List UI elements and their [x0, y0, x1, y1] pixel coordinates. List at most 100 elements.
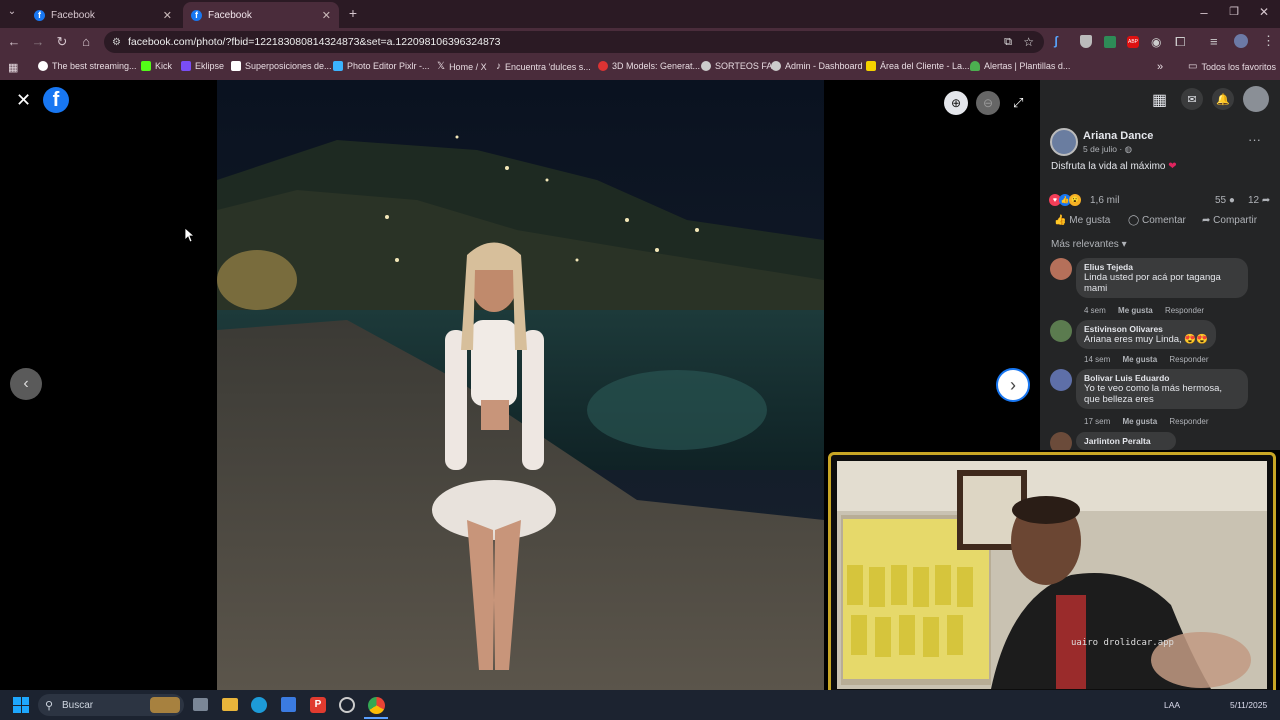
comment-like-link[interactable]: Me gusta	[1118, 306, 1153, 315]
profile-avatar-icon[interactable]	[1234, 34, 1248, 48]
forward-icon[interactable]: →	[30, 34, 46, 49]
post-date[interactable]: 5 de julio · ◍	[1083, 144, 1132, 155]
more-bookmarks-icon[interactable]: »	[1157, 61, 1163, 73]
bookmark-item[interactable]: ♪ Encuentra 'dulces s...	[496, 61, 591, 72]
previous-photo-button[interactable]: ‹	[10, 368, 42, 400]
comment-bubble: Jarlinton Peralta	[1076, 432, 1176, 450]
windows-start-icon[interactable]	[13, 697, 29, 713]
comment-reply-link[interactable]: Responder	[1169, 355, 1208, 364]
address-bar[interactable]: ⚙ facebook.com/photo/?fbid=1221830808143…	[104, 31, 1044, 53]
store-icon[interactable]	[281, 697, 296, 712]
heart-emoji-icon: ❤	[1168, 161, 1177, 172]
extension-icon[interactable]: ʃ	[1054, 34, 1068, 48]
comment-reply-link[interactable]: Responder	[1165, 306, 1204, 315]
facebook-logo-icon[interactable]: f	[43, 87, 69, 113]
tab-search-icon[interactable]: ⌄	[4, 6, 20, 17]
search-highlight-icon	[150, 697, 180, 713]
comment-time[interactable]: 14 sem	[1084, 355, 1110, 364]
reload-icon[interactable]: ↻	[54, 34, 70, 50]
bookmark-item[interactable]: Kick	[141, 61, 172, 71]
bookmark-item[interactable]: The best streaming...	[38, 61, 137, 71]
close-window-button[interactable]: ✕	[1256, 5, 1272, 19]
keyboard-language[interactable]: LAA	[1164, 700, 1180, 710]
comment-time[interactable]: 4 sem	[1084, 306, 1106, 315]
task-view-icon[interactable]	[193, 698, 208, 711]
taskbar-date[interactable]: 5/11/2025	[1230, 700, 1267, 710]
comment-reply-link[interactable]: Responder	[1169, 417, 1208, 426]
new-tab-button[interactable]: +	[345, 5, 361, 21]
extension-globe-icon[interactable]: ◉	[1151, 35, 1161, 49]
comment-time[interactable]: 17 sem	[1084, 417, 1110, 426]
close-tab-icon[interactable]: ✕	[163, 9, 172, 22]
obs-icon[interactable]	[339, 697, 355, 713]
comment-like-link[interactable]: Me gusta	[1122, 417, 1157, 426]
commenter-avatar[interactable]	[1050, 320, 1072, 342]
share-button[interactable]: ➦ Compartir	[1202, 215, 1257, 226]
post-options-icon[interactable]: ···	[1248, 132, 1261, 147]
bookmark-item[interactable]: Área del Cliente - La...	[866, 61, 970, 71]
wow-reaction-icon: 😮	[1069, 194, 1081, 206]
commenter-name[interactable]: Jarlinton Peralta	[1084, 436, 1168, 446]
commenter-avatar[interactable]	[1050, 258, 1072, 280]
extension-green-icon[interactable]	[1104, 36, 1116, 48]
author-avatar[interactable]	[1050, 128, 1078, 156]
commenter-name[interactable]: Bolivar Luis Eduardo	[1084, 373, 1240, 383]
bookmark-item[interactable]: Admin - Dashboard	[771, 61, 863, 71]
tab-facebook-1[interactable]: f Facebook ✕	[26, 2, 180, 28]
zoom-in-icon[interactable]: ⊕	[944, 91, 968, 115]
reaction-icons[interactable]: ♥ 👍 😮	[1049, 194, 1081, 206]
notifications-bell-icon[interactable]: 🔔	[1212, 88, 1234, 110]
adblock-extension-icon[interactable]: ABP	[1127, 36, 1139, 48]
folder-icon: ▭	[1188, 61, 1198, 72]
messenger-icon[interactable]: ✉	[1181, 88, 1203, 110]
commenter-name[interactable]: Elius Tejeda	[1084, 262, 1240, 272]
apps-grid-icon[interactable]: ▦	[8, 61, 18, 74]
comment-sort-dropdown[interactable]: Más relevantes ▾	[1051, 239, 1127, 250]
site-info-icon[interactable]: ⚙	[112, 37, 121, 48]
close-tab-icon[interactable]: ✕	[322, 9, 331, 22]
taskbar-search[interactable]: ⚲ Buscar	[38, 694, 184, 716]
minimize-button[interactable]: –	[1196, 5, 1212, 20]
all-favorites-folder[interactable]: ▭ Todos los favoritos	[1188, 61, 1276, 72]
tab-strip: ⌄ f Facebook ✕ f Facebook ✕ + – ❐ ✕	[0, 0, 1280, 28]
restore-button[interactable]: ❐	[1226, 5, 1242, 18]
commenter-avatar[interactable]	[1050, 369, 1072, 391]
close-viewer-icon[interactable]: ✕	[16, 90, 31, 111]
comment-meta: 14 sem Me gusta Responder	[1084, 355, 1219, 364]
zoom-out-icon[interactable]: ⊖	[976, 91, 1000, 115]
commenter-name[interactable]: Estivinson Olivares	[1084, 324, 1208, 334]
fullscreen-icon[interactable]: ⤢	[1013, 95, 1023, 111]
bookmark-item[interactable]: Alertas | Plantillas d...	[970, 61, 1070, 71]
next-photo-button[interactable]: ›	[996, 368, 1030, 402]
install-app-icon[interactable]: ⧉	[1004, 36, 1012, 49]
bookmark-star-icon[interactable]: ☆	[1023, 35, 1034, 49]
reactions-count[interactable]: 1,6 mil	[1090, 195, 1119, 206]
bookmark-item[interactable]: Eklipse	[181, 61, 224, 71]
like-button[interactable]: 👍 Me gusta	[1054, 215, 1110, 226]
account-avatar[interactable]	[1243, 86, 1269, 112]
comment-like-link[interactable]: Me gusta	[1122, 355, 1157, 364]
comment-button[interactable]: ◯ Comentar	[1128, 215, 1186, 226]
menu-grid-icon[interactable]: ▦	[1152, 90, 1167, 110]
tab-facebook-2[interactable]: f Facebook ✕	[183, 2, 339, 28]
shield-extension-icon[interactable]	[1080, 35, 1092, 48]
extensions-puzzle-icon[interactable]: ⧠	[1175, 34, 1185, 50]
app-p-icon[interactable]: P	[310, 697, 326, 713]
commenter-avatar[interactable]	[1050, 432, 1072, 450]
media-controls-icon[interactable]: ≡	[1210, 34, 1218, 49]
bookmark-item[interactable]: 𝕏 Home / X	[437, 61, 487, 72]
file-explorer-icon[interactable]	[222, 698, 238, 711]
edge-icon[interactable]	[251, 697, 267, 713]
author-name[interactable]: Ariana Dance	[1083, 130, 1153, 142]
bookmark-item[interactable]: Superposiciones de...	[231, 61, 332, 71]
bookmark-item[interactable]: Photo Editor Pixlr -...	[333, 61, 430, 71]
chrome-icon[interactable]	[368, 697, 385, 714]
bookmark-item[interactable]: 3D Models: Generat...	[598, 61, 700, 71]
bookmark-item[interactable]: SORTEOS FA	[701, 61, 772, 71]
comment-item: Elius Tejeda Linda usted por acá por tag…	[1050, 258, 1270, 318]
menu-kebab-icon[interactable]: ⋮	[1262, 33, 1275, 49]
home-icon[interactable]: ⌂	[78, 34, 94, 49]
back-icon[interactable]: ←	[6, 34, 22, 49]
comments-count[interactable]: 55 ●	[1215, 195, 1235, 206]
shares-count[interactable]: 12 ➦	[1248, 195, 1270, 206]
